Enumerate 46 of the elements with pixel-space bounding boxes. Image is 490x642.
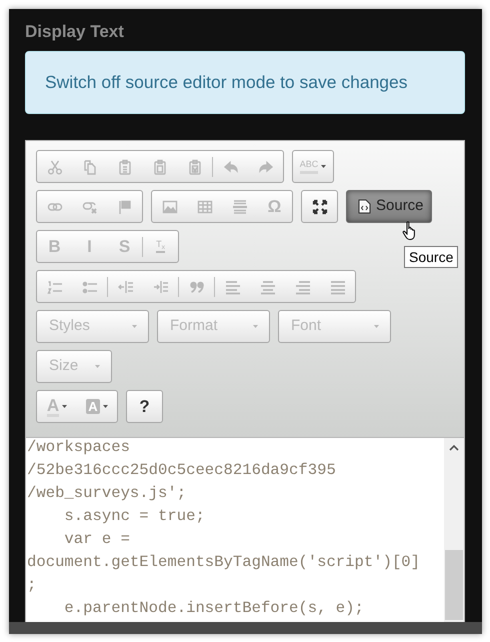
undo-icon xyxy=(222,158,238,174)
source-code-area[interactable]: /workspaces /52be316ccc25d0c5ceec8216da9cf395 /web_surveys.js'; s.async = true; var e = document.getElementsByTagName('script')[0] ; e.parentNode.insertBefore(s, e); xyxy=(26,438,444,622)
tooltip: Source xyxy=(404,246,458,268)
clipboard-icon xyxy=(186,158,202,174)
code-line: var e = xyxy=(63,529,131,550)
code-line: e.parentNode.insertBefore(s, e); xyxy=(63,598,365,619)
quote-icon xyxy=(188,278,204,294)
section-title: Display Text xyxy=(25,21,125,43)
copy-icon xyxy=(82,158,98,174)
caret-icon xyxy=(253,325,258,328)
caret-icon xyxy=(95,365,100,368)
scrollbar-thumb[interactable] xyxy=(445,550,463,620)
scroll-up-icon[interactable] xyxy=(449,444,459,451)
align-justify-icon xyxy=(330,278,346,294)
image-icon xyxy=(162,198,178,214)
flag-icon xyxy=(116,198,132,214)
code-line: /web_surveys.js'; xyxy=(26,483,188,504)
indent-icon xyxy=(152,278,168,294)
align-left-icon xyxy=(224,278,240,294)
bulleted-list-icon xyxy=(82,278,98,294)
scrollbar[interactable] xyxy=(444,438,464,622)
table-icon xyxy=(196,198,212,214)
clipboard-icon xyxy=(116,158,132,174)
outdent-icon xyxy=(118,278,134,294)
code-line: /workspaces xyxy=(26,437,131,458)
align-right-icon xyxy=(294,278,310,294)
maximize-icon xyxy=(312,198,328,214)
help-button[interactable]: ? xyxy=(127,391,162,422)
code-line: document.getElementsByTagName('script')[0] xyxy=(26,552,422,573)
numbered-list-icon xyxy=(46,278,62,294)
notice-text: Switch off source editor mode to save changes xyxy=(45,71,408,94)
horizontal-line-icon xyxy=(232,198,248,214)
clipboard-icon xyxy=(152,158,168,174)
caret-icon xyxy=(62,405,68,408)
align-center-icon xyxy=(260,278,276,294)
caret-icon xyxy=(321,165,326,168)
caret-icon xyxy=(374,325,379,328)
code-line: /52be316ccc25d0c5ceec8216da9cf395 xyxy=(26,460,337,481)
code-line: s.async = true; xyxy=(63,506,206,527)
code-line: ; xyxy=(26,575,38,596)
scissors-icon xyxy=(46,158,62,174)
caret-icon xyxy=(102,405,108,408)
caret-icon xyxy=(132,325,137,328)
redo-icon xyxy=(258,158,274,174)
document-code-icon xyxy=(358,199,371,214)
source-button[interactable]: Source xyxy=(346,190,432,223)
